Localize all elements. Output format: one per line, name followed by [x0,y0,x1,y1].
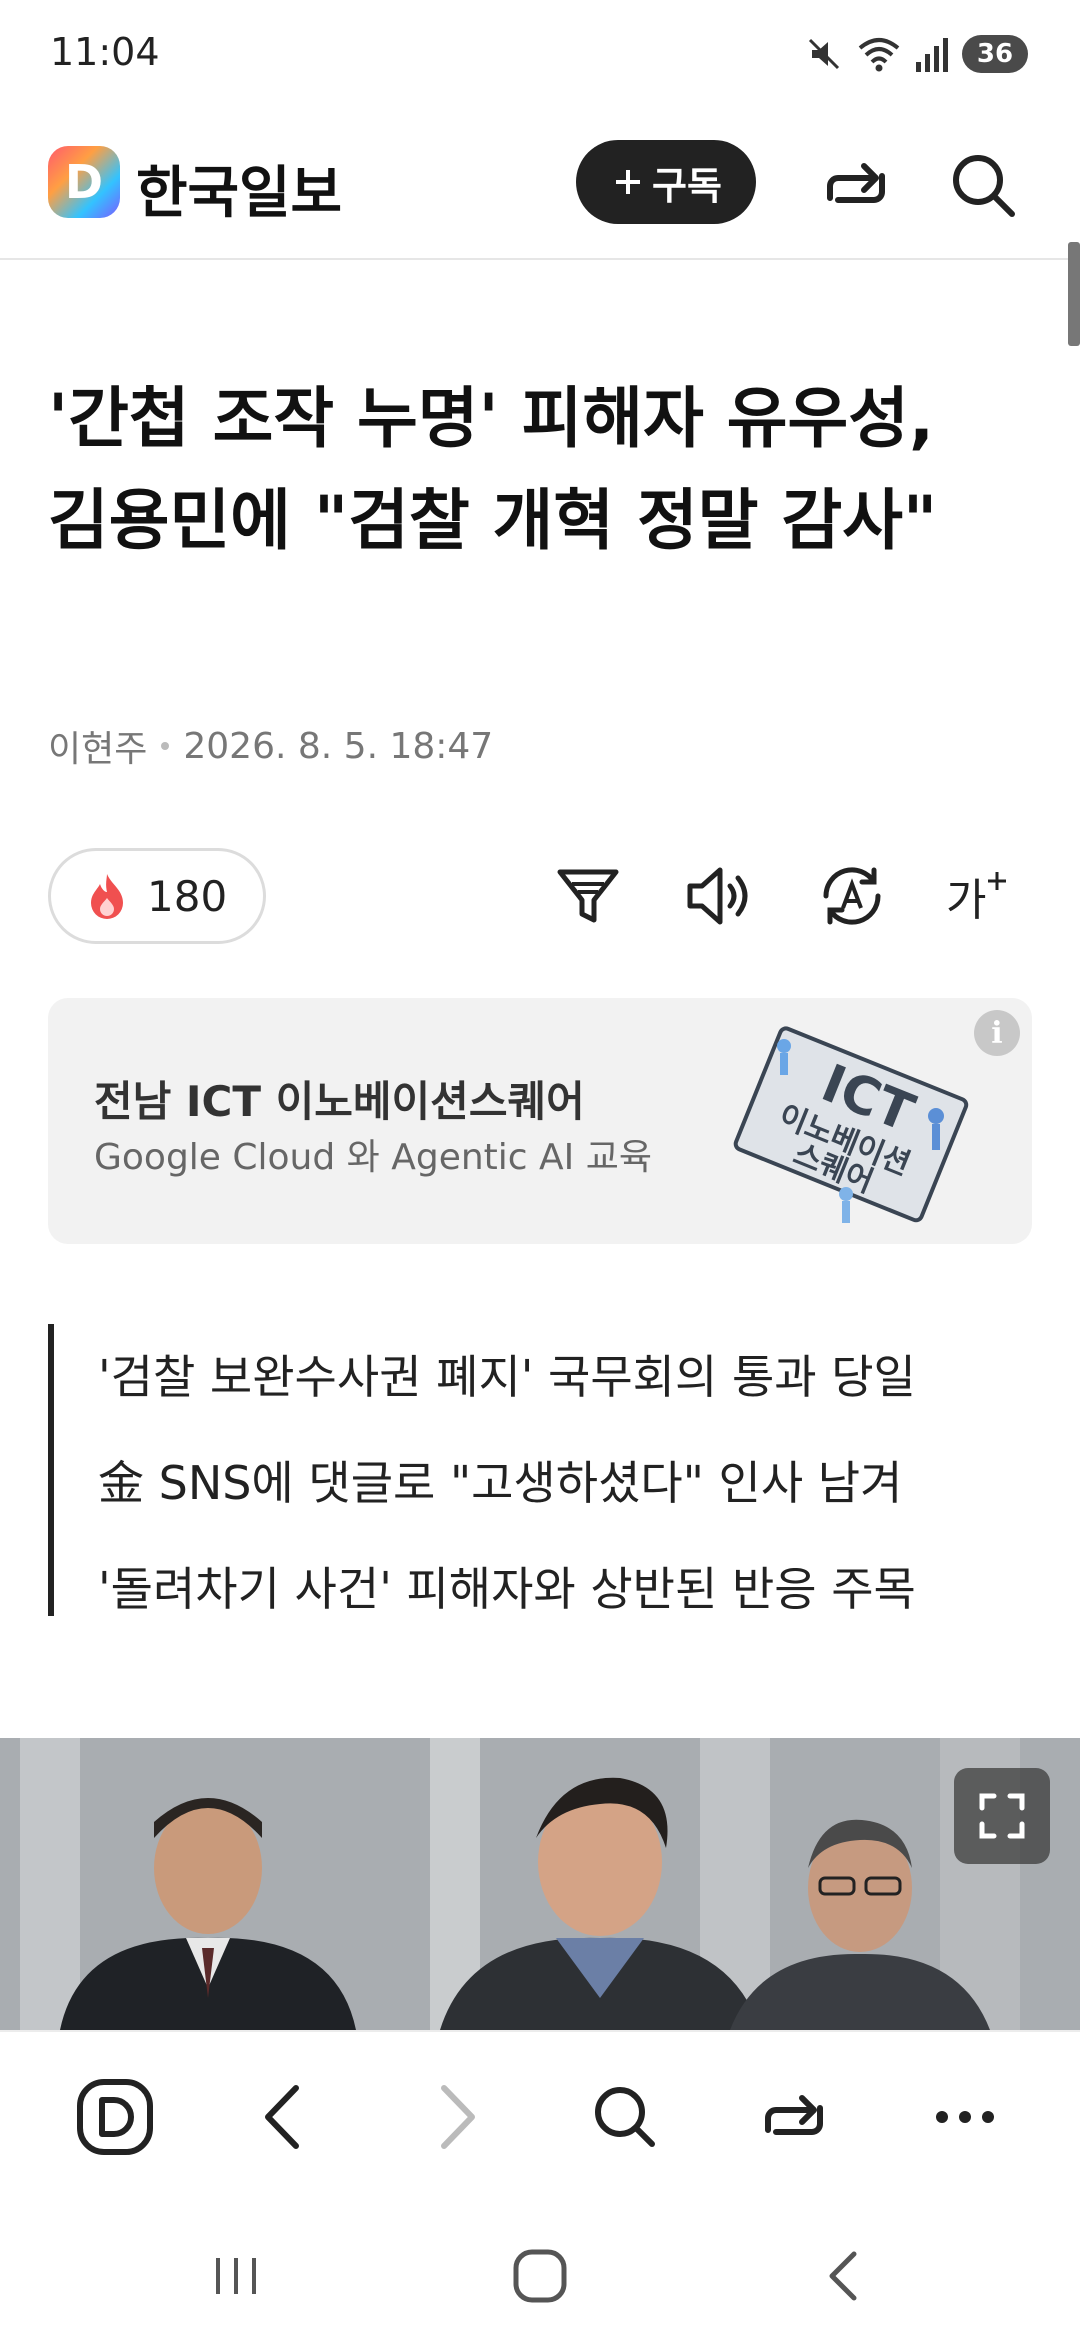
system-navigation-bar [0,2200,1080,2340]
browser-share-icon[interactable] [750,2072,840,2162]
summary-line: '검찰 보완수사권 폐지' 국무회의 통과 당일 [98,1350,916,1404]
browser-search-icon[interactable] [580,2072,670,2162]
plus-icon [616,170,641,194]
subscribe-label: 구독 [652,163,722,208]
photo-illustration [0,1738,1080,2030]
mute-icon [808,38,840,70]
byline: 이현주 2026. 8. 5. 18:47 [48,720,493,772]
home-icon[interactable] [500,2236,580,2316]
search-icon[interactable] [944,146,1024,226]
browser-toolbar [0,2030,1080,2200]
back-icon[interactable] [240,2072,330,2162]
ad-illustration: ICT 이노베이션 스퀘어 [733,1026,969,1223]
app-header: D 한국일보 구독 [0,110,1080,346]
scroll-indicator[interactable] [1068,242,1080,346]
byline-separator [161,742,170,750]
more-options-icon[interactable] [920,2072,1010,2162]
author-name[interactable]: 이현주 [48,720,147,772]
plus-small-icon [988,872,1007,890]
status-time: 11:04 [50,30,160,74]
reaction-button[interactable]: 180 [48,848,266,944]
publisher-home-icon[interactable] [70,2072,160,2162]
share-icon[interactable] [816,146,896,226]
speaker-icon[interactable] [680,856,760,936]
font-size-button[interactable]: 가 [946,856,1026,936]
wifi-icon [858,38,900,72]
article-title: '간첩 조작 누명' 피해자 유우성, 김용민에 "검찰 개혁 정말 감사" [48,380,938,559]
summary-line: '돌려차기 사건' 피해자와 상반된 반응 주목 [98,1562,916,1616]
translate-icon[interactable] [812,856,892,936]
reaction-count: 180 [147,871,228,921]
ad-subtitle: Google Cloud 와 Agentic AI 교육 [94,1137,652,1178]
ad-banner[interactable]: 전남 ICT 이노베이션스퀘어 Google Cloud 와 Agentic A… [48,998,1032,1244]
filter-icon[interactable] [548,856,628,936]
battery-indicator: 36 [962,35,1028,73]
article-summary: '검찰 보완수사권 폐지' 국무회의 통과 당일 金 SNS에 댓글로 "고생하… [48,1324,1032,1616]
subscribe-button[interactable]: 구독 [576,140,756,224]
publisher-name[interactable]: 한국일보 [136,148,342,229]
fullscreen-button[interactable] [954,1768,1050,1864]
system-back-icon[interactable] [804,2236,884,2316]
expand-icon [979,1793,1025,1839]
flame-icon [91,874,123,919]
recent-apps-icon[interactable] [196,2236,276,2316]
ad-title: 전남 ICT 이노베이션스퀘어 [94,1077,585,1126]
status-icons: 36 [804,32,1028,76]
publisher-logo[interactable]: D [48,146,120,218]
status-bar: 11:04 36 [0,0,1080,110]
signal-icon [916,38,948,72]
logo-letter: D [64,155,104,209]
ad-info-icon[interactable]: i [974,1010,1020,1056]
summary-line: 金 SNS에 댓글로 "고생하셨다" 인사 남겨 [98,1456,903,1510]
publish-datetime: 2026. 8. 5. 18:47 [183,725,494,767]
article-photo[interactable] [0,1738,1080,2030]
font-size-label: 가 [946,875,987,926]
forward-icon[interactable] [410,2072,500,2162]
